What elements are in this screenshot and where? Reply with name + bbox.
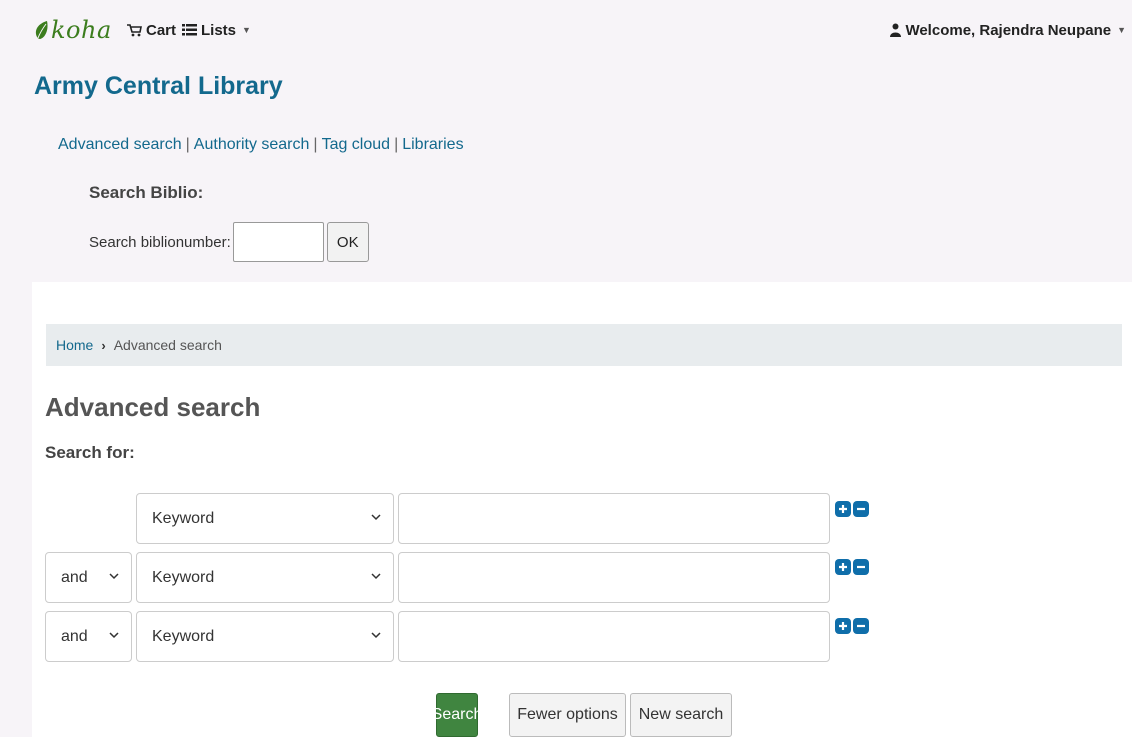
- search-term-input-3[interactable]: [398, 611, 830, 662]
- advanced-search-link[interactable]: Advanced search: [58, 136, 182, 153]
- caret-down-icon: ▼: [242, 25, 251, 35]
- row-controls-2: [835, 559, 869, 575]
- plus-icon[interactable]: [835, 618, 851, 634]
- biblionumber-label: Search biblionumber:: [89, 233, 231, 251]
- user-menu[interactable]: Welcome, Rajendra Neupane ▼: [890, 20, 1126, 40]
- breadcrumb: Home › Advanced search: [46, 324, 1122, 366]
- row-controls-1: [835, 501, 869, 517]
- authority-search-link[interactable]: Authority search: [194, 136, 310, 153]
- ok-button[interactable]: OK: [326, 222, 369, 262]
- libraries-link[interactable]: Libraries: [402, 136, 463, 153]
- lists-menu[interactable]: Lists ▼: [182, 20, 251, 40]
- chevron-right-icon: ›: [101, 337, 106, 353]
- new-search-button[interactable]: New search: [630, 693, 732, 737]
- minus-icon[interactable]: [853, 559, 869, 575]
- search-button[interactable]: Search: [432, 693, 482, 737]
- search-term-input-2[interactable]: [398, 552, 830, 603]
- search-for-label: Search for:: [45, 443, 135, 462]
- cart-link[interactable]: Cart: [127, 20, 176, 40]
- biblio-search-form: Search biblionumber: OK: [89, 222, 369, 262]
- chevron-down-icon: [371, 573, 381, 580]
- caret-down-icon: ▼: [1117, 25, 1126, 35]
- minus-icon[interactable]: [853, 501, 869, 517]
- library-name[interactable]: Army Central Library: [34, 72, 283, 101]
- operator-select-value: and: [61, 627, 88, 645]
- welcome-text: Welcome, Rajendra Neupane: [905, 21, 1112, 39]
- tag-cloud-link[interactable]: Tag cloud: [322, 136, 391, 153]
- minus-icon[interactable]: [853, 618, 869, 634]
- separator: |: [394, 136, 399, 153]
- fewer-options-button[interactable]: Fewer options: [509, 693, 626, 737]
- list-icon: [182, 23, 197, 37]
- lists-label: Lists: [201, 21, 237, 39]
- quicklinks: Advanced search | Authority search | Tag clo…: [58, 136, 464, 154]
- breadcrumb-home[interactable]: Home: [56, 337, 93, 353]
- user-icon: [890, 23, 902, 37]
- logo-text: koha: [51, 16, 112, 44]
- top-navbar: koha Cart Lists ▼ Welcome, Rajendra Neup…: [0, 0, 1132, 60]
- operator-select-2[interactable]: and: [45, 552, 132, 603]
- search-biblio-heading: Search Biblio:: [89, 183, 204, 202]
- main-panel: Home › Advanced search Advanced search S…: [32, 282, 1132, 737]
- leaf-icon: [35, 21, 48, 39]
- field-select-value: Keyword: [152, 568, 215, 586]
- chevron-down-icon: [109, 632, 119, 639]
- breadcrumb-current: Advanced search: [113, 337, 222, 353]
- chevron-down-icon: [109, 573, 119, 580]
- field-select-1[interactable]: Keyword: [136, 493, 394, 544]
- field-select-2[interactable]: Keyword: [136, 552, 394, 603]
- search-term-input-1[interactable]: [398, 493, 830, 544]
- chevron-down-icon: [371, 514, 381, 521]
- cart-label: Cart: [146, 21, 177, 39]
- chevron-down-icon: [371, 632, 381, 639]
- page-title: Advanced search: [45, 392, 261, 422]
- field-select-value: Keyword: [152, 509, 215, 527]
- koha-logo[interactable]: koha: [34, 16, 112, 44]
- plus-icon[interactable]: [835, 501, 851, 517]
- plus-icon[interactable]: [835, 559, 851, 575]
- separator: |: [185, 136, 190, 153]
- operator-select-3[interactable]: and: [45, 611, 132, 662]
- row-controls-3: [835, 618, 869, 634]
- separator: |: [313, 136, 318, 153]
- field-select-3[interactable]: Keyword: [136, 611, 394, 662]
- operator-select-value: and: [61, 568, 88, 586]
- biblionumber-input[interactable]: [232, 222, 324, 262]
- field-select-value: Keyword: [152, 627, 215, 645]
- cart-icon: [127, 23, 142, 37]
